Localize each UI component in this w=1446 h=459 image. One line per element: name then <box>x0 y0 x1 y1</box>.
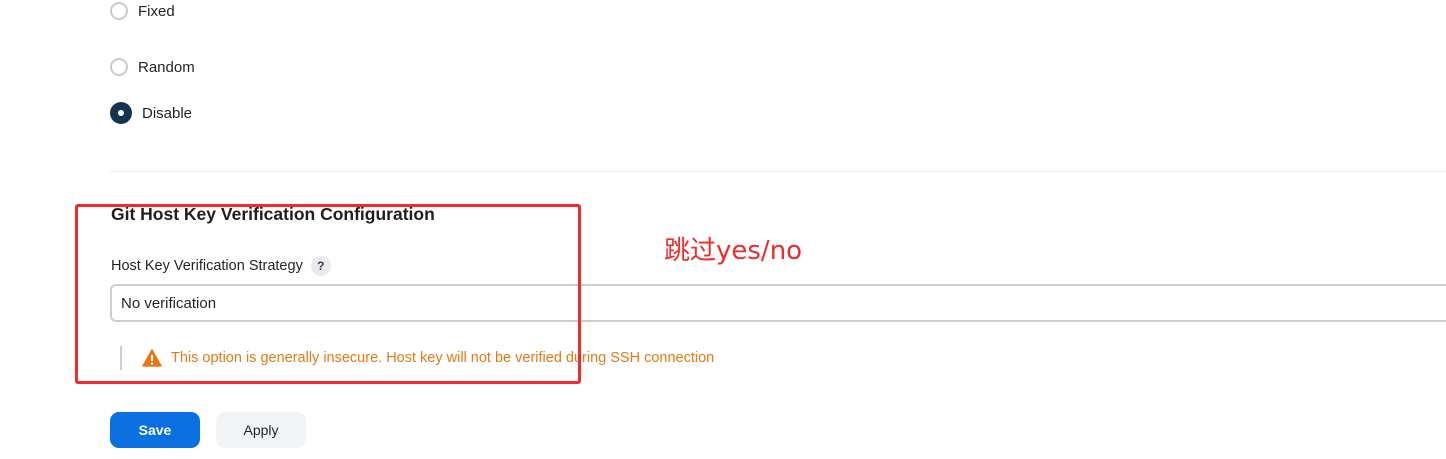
section-divider <box>110 171 1446 172</box>
radio-option-random[interactable]: Random <box>110 56 195 78</box>
radio-label-disable: Disable <box>142 104 193 122</box>
radio-disable[interactable] <box>110 102 132 124</box>
jenkins-config-page: Fixed Random Disable Git Host Key Verifi… <box>0 0 1446 459</box>
save-button[interactable]: Save <box>110 412 200 448</box>
radio-option-disable[interactable]: Disable <box>110 102 192 124</box>
radio-label-random: Random <box>138 58 195 76</box>
apply-button[interactable]: Apply <box>216 412 306 448</box>
radio-label-fixed: Fixed <box>138 2 175 20</box>
radio-random[interactable] <box>110 58 128 76</box>
radio-fixed[interactable] <box>110 2 128 20</box>
annotation-text: 跳过yes/no <box>664 236 803 266</box>
radio-option-fixed[interactable]: Fixed <box>110 0 175 22</box>
red-annotation-box <box>75 204 581 384</box>
